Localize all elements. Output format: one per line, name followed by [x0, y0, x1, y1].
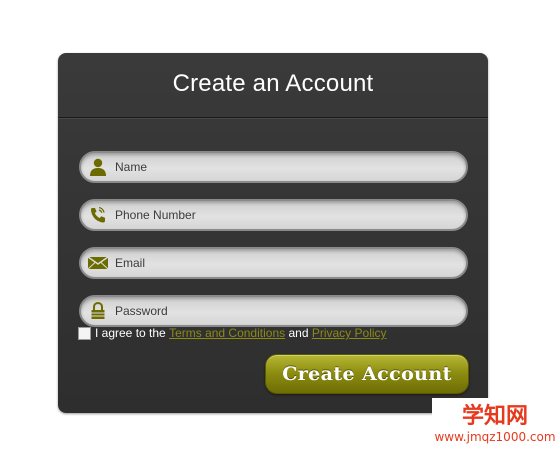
- page-title: Create an Account: [172, 69, 374, 97]
- signup-card: Create an Account Name Phone Number Emai…: [58, 53, 488, 413]
- phone-icon: [87, 205, 109, 225]
- password-input[interactable]: [115, 301, 455, 321]
- page: Create an Account Name Phone Number Emai…: [0, 0, 560, 454]
- lock-icon: [87, 301, 109, 321]
- password-field[interactable]: [79, 295, 468, 327]
- watermark-brand: 学知网: [461, 404, 528, 429]
- watermark-url: www.jmqz1000.com: [434, 430, 556, 444]
- name-field[interactable]: [79, 151, 468, 183]
- agree-and: and: [288, 326, 309, 340]
- privacy-link[interactable]: Privacy Policy: [312, 326, 387, 340]
- phone-input[interactable]: [115, 205, 455, 225]
- form-fields: [79, 151, 468, 343]
- create-account-button[interactable]: Create Account: [265, 354, 469, 394]
- card-header: Create an Account: [58, 53, 488, 118]
- email-field[interactable]: [79, 247, 468, 279]
- agree-checkbox[interactable]: [78, 326, 91, 340]
- email-input[interactable]: [115, 253, 455, 273]
- phone-field[interactable]: [79, 199, 468, 231]
- terms-link[interactable]: Terms and Conditions: [169, 326, 285, 340]
- user-icon: [87, 157, 109, 177]
- terms-agreement: I agree to the Terms and Conditions and …: [78, 326, 387, 340]
- watermark: 学知网 www.jmqz1000.com: [432, 398, 558, 452]
- envelope-icon: [87, 253, 109, 273]
- agree-prefix: I agree to the: [95, 326, 166, 340]
- name-input[interactable]: [115, 157, 455, 177]
